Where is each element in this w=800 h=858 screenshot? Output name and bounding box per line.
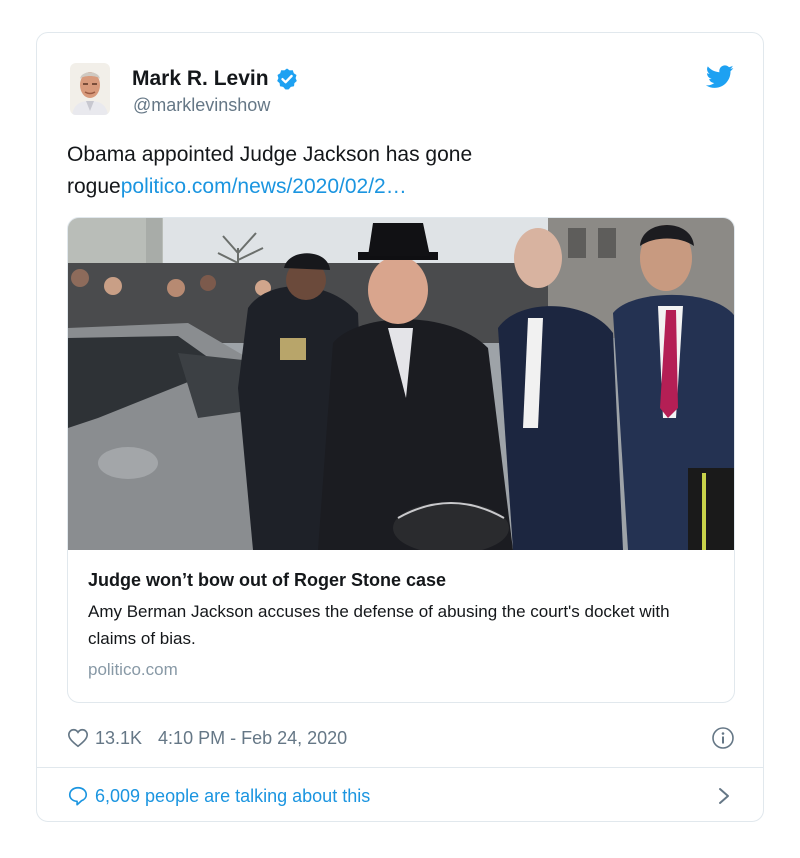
link-card-title: Judge won’t bow out of Roger Stone case xyxy=(88,570,447,590)
tweet-meta-row: 13.1K 4:10 PM - Feb 24, 2020 xyxy=(67,723,737,753)
tweet-header: Mark R. Levin @marklevinshow xyxy=(37,33,763,133)
tweet-embed-card: Mark R. Levin @marklevinshow Obama appoi… xyxy=(36,32,764,822)
conversation-text[interactable]: 6,009 people are talking about this xyxy=(95,786,370,807)
link-card-domain: politico.com xyxy=(88,660,178,679)
author-handle[interactable]: @marklevinshow xyxy=(133,95,270,116)
twitter-bird-icon[interactable] xyxy=(706,65,734,89)
info-icon[interactable] xyxy=(711,726,735,750)
link-card-description: Amy Berman Jackson accuses the defense o… xyxy=(88,602,670,648)
conversation-link[interactable]: 6,009 people are talking about this xyxy=(67,781,735,811)
heart-icon[interactable] xyxy=(67,727,89,749)
speech-bubble-icon xyxy=(68,786,88,806)
author-name[interactable]: Mark R. Levin xyxy=(132,67,269,91)
verified-badge-icon xyxy=(276,68,297,90)
tweet-text: Obama appointed Judge Jackson has gone r… xyxy=(67,139,707,203)
tweet-timestamp[interactable]: 4:10 PM - Feb 24, 2020 xyxy=(158,728,347,749)
article-photo xyxy=(68,218,734,550)
link-preview-card[interactable]: Judge won’t bow out of Roger Stone case … xyxy=(67,217,735,703)
avatar[interactable] xyxy=(70,63,110,115)
divider xyxy=(37,767,763,768)
like-count[interactable]: 13.1K xyxy=(95,728,142,749)
tweet-link[interactable]: politico.com/news/2020/02/2… xyxy=(121,175,407,198)
chevron-right-icon[interactable] xyxy=(717,786,731,806)
link-card-body: Judge won’t bow out of Roger Stone case … xyxy=(68,550,734,698)
author-row: Mark R. Levin xyxy=(132,67,299,91)
